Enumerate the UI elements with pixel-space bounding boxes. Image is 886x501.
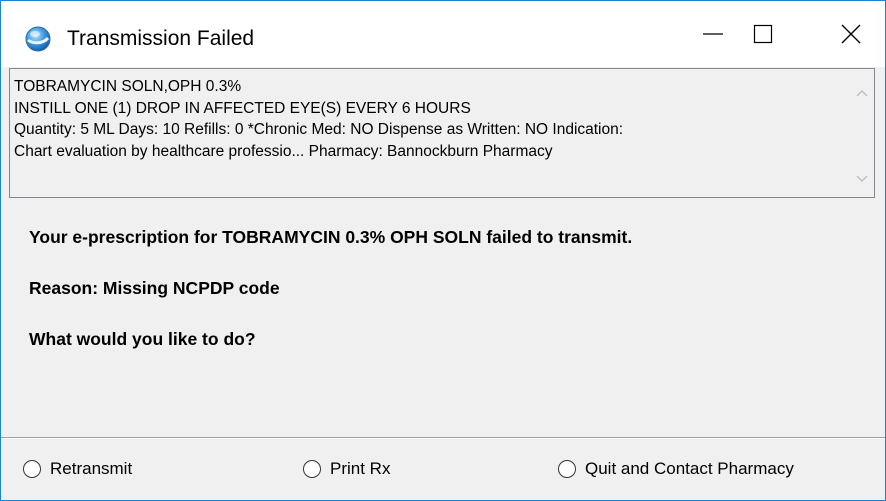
maximize-icon <box>753 24 773 44</box>
prescription-line: Chart evaluation by healthcare professio… <box>14 142 553 160</box>
radio-circle[interactable] <box>558 460 576 478</box>
radio-circle[interactable] <box>303 460 321 478</box>
reason-message: Reason: Missing NCPDP code <box>29 278 280 298</box>
retransmit-label: Retransmit <box>50 459 133 478</box>
minimize-icon <box>703 33 723 35</box>
app-globe-icon <box>25 26 51 52</box>
transmission-failed-dialog: Transmission Failed TOBRAMYCIN SOLN,OPH … <box>0 0 886 501</box>
maximize-button[interactable] <box>733 1 793 67</box>
print-rx-label: Print Rx <box>330 459 391 478</box>
separator <box>1 437 885 439</box>
quit-and-contact-pharmacy-label: Quit and Contact Pharmacy <box>585 459 794 478</box>
error-message: Your e-prescription for TOBRAMYCIN 0.3% … <box>29 227 633 247</box>
prescription-details-text: TOBRAMYCIN SOLN,OPH 0.3% INSTILL ONE (1)… <box>14 76 844 162</box>
close-button[interactable] <box>821 1 881 67</box>
prescription-line: TOBRAMYCIN SOLN,OPH 0.3% <box>14 78 242 95</box>
scroll-up-arrow-icon[interactable] <box>854 85 870 101</box>
prescription-line: Quantity: 5 ML Days: 10 Refills: 0 *Chro… <box>14 121 624 138</box>
close-icon <box>841 24 861 44</box>
question-message: What would you like to do? <box>29 329 256 349</box>
retransmit-option[interactable]: Retransmit <box>23 459 132 479</box>
prescription-line: INSTILL ONE (1) DROP IN AFFECTED EYE(S) … <box>14 99 471 117</box>
quit-and-contact-pharmacy-option[interactable]: Quit and Contact Pharmacy <box>558 459 794 479</box>
scroll-down-arrow-icon[interactable] <box>854 171 870 187</box>
radio-circle[interactable] <box>23 460 41 478</box>
print-rx-option[interactable]: Print Rx <box>303 459 390 479</box>
title-bar[interactable]: Transmission Failed <box>1 1 885 67</box>
prescription-details-textbox[interactable]: TOBRAMYCIN SOLN,OPH 0.3% INSTILL ONE (1)… <box>9 68 875 198</box>
window-title: Transmission Failed <box>67 27 255 50</box>
